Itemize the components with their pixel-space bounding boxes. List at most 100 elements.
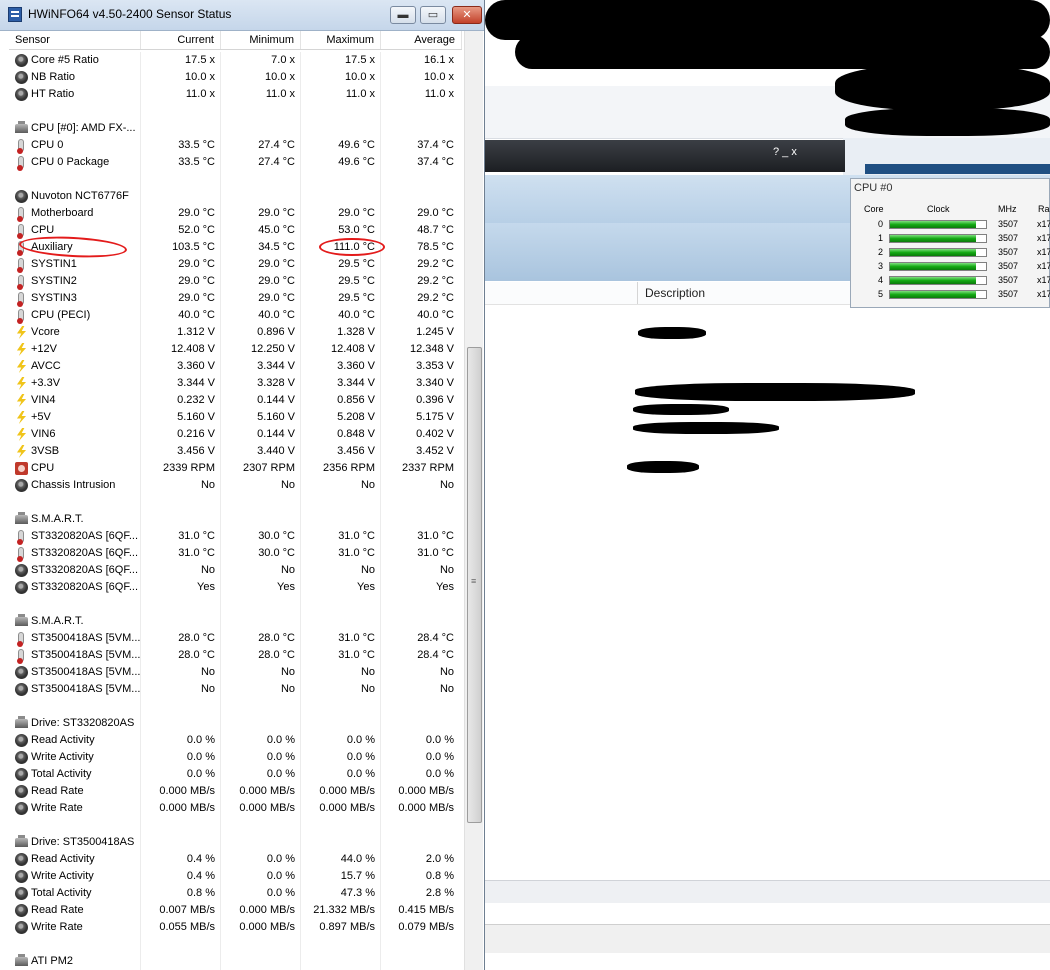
sensor-row[interactable]: 3VSB 3.456 V 3.440 V 3.456 V 3.452 V (9, 443, 462, 460)
sensor-group-header[interactable]: S.M.A.R.T. (9, 613, 462, 630)
redaction-scribble (515, 35, 1050, 69)
cpu-clock-bar (889, 234, 987, 243)
window-title-bar[interactable]: HWiNFO64 v4.50-2400 Sensor Status ▬ ▭ ✕ (0, 0, 484, 31)
sensor-name: Read Rate (31, 904, 84, 916)
sensor-row[interactable]: CPU (PECI) 40.0 °C 40.0 °C 40.0 °C 40.0 °C (9, 307, 462, 324)
minimum-value: 0.0 % (266, 887, 295, 899)
sensor-row[interactable]: +12V 12.408 V 12.250 V 12.408 V 12.348 V (9, 341, 462, 358)
sensor-name: Motherboard (31, 207, 94, 219)
average-value: 40.0 °C (417, 309, 454, 321)
sensor-row[interactable]: SYSTIN1 29.0 °C 29.0 °C 29.5 °C 29.2 °C (9, 256, 462, 273)
sensor-row[interactable]: ST3320820AS [6QF... 31.0 °C 30.0 °C 31.0 °C… (9, 545, 462, 562)
thermometer-icon (17, 275, 24, 290)
sensor-row[interactable]: Read Rate 0.007 MB/s 0.000 MB/s 21.332 MB/s… (9, 902, 462, 919)
sensor-row[interactable]: CPU 0 Package 33.5 °C 27.4 °C 49.6 °C 37.4 °… (9, 154, 462, 171)
average-value: 5.175 V (416, 411, 454, 423)
sensor-name: ATI PM2 (31, 955, 73, 967)
column-header-minimum[interactable]: Minimum (221, 31, 301, 49)
cpu-ratio-value: x17 (1037, 275, 1050, 285)
lightning-icon (16, 326, 27, 339)
cpu-core-index: 0 (877, 219, 883, 229)
sensor-row[interactable]: ST3500418AS [5VM... 28.0 °C 28.0 °C 31.0 °C… (9, 647, 462, 664)
column-header-sensor[interactable]: Sensor (9, 31, 141, 49)
maximize-button[interactable]: ▭ (420, 6, 446, 24)
minimum-value: 0.0 % (266, 734, 295, 746)
sensor-chip-icon (15, 768, 28, 781)
sensor-row[interactable]: Core #5 Ratio 17.5 x 7.0 x 17.5 x 16.1 x (9, 52, 462, 69)
sensor-row[interactable]: VIN6 0.216 V 0.144 V 0.848 V 0.402 V (9, 426, 462, 443)
cpu-clock-bar-fill (890, 249, 977, 256)
average-value: 29.2 °C (417, 292, 454, 304)
sensor-row[interactable]: Chassis Intrusion No No No No (9, 477, 462, 494)
sensor-row[interactable]: Write Rate 0.000 MB/s 0.000 MB/s 0.000 MB/s… (9, 800, 462, 817)
cpu-status-widget: CPU #0 Core Clock MHz Ra 0 3507 x17 1 3507 x1… (850, 178, 1050, 308)
sensor-group-header[interactable]: Drive: ST3500418AS (9, 834, 462, 851)
sensor-row[interactable]: Total Activity 0.0 % 0.0 % 0.0 % 0.0 % (9, 766, 462, 783)
sensor-row[interactable]: Read Rate 0.000 MB/s 0.000 MB/s 0.000 MB/s 0… (9, 783, 462, 800)
sensor-status-window: HWiNFO64 v4.50-2400 Sensor Status ▬ ▭ ✕ … (0, 0, 485, 970)
cpu-mhz-value: 3507 (998, 289, 1019, 299)
cpu-mhz-value: 3507 (998, 261, 1019, 271)
sensor-name: S.M.A.R.T. (31, 615, 84, 627)
maximum-value: No (360, 666, 375, 678)
minimum-value: No (280, 683, 295, 695)
sensor-row[interactable]: Write Rate 0.055 MB/s 0.000 MB/s 0.897 MB/s… (9, 919, 462, 936)
cpu-core-index: 5 (877, 289, 883, 299)
sensor-row[interactable]: ST3500418AS [5VM... 28.0 °C 28.0 °C 31.0 °C… (9, 630, 462, 647)
sensor-row[interactable]: SYSTIN3 29.0 °C 29.0 °C 29.5 °C 29.2 °C (9, 290, 462, 307)
sensor-row[interactable]: +3.3V 3.344 V 3.328 V 3.344 V 3.340 V (9, 375, 462, 392)
redaction-scribble (485, 0, 1050, 40)
sensor-row[interactable]: SYSTIN2 29.0 °C 29.0 °C 29.5 °C 29.2 °C (9, 273, 462, 290)
column-header-average[interactable]: Average (381, 31, 462, 49)
column-header-current[interactable]: Current (141, 31, 221, 49)
column-header-maximum[interactable]: Maximum (301, 31, 381, 49)
sensor-row[interactable]: +5V 5.160 V 5.160 V 5.208 V 5.175 V (9, 409, 462, 426)
scrollbar-thumb[interactable]: ≡ (467, 347, 482, 823)
sensor-row[interactable]: HT Ratio 11.0 x 11.0 x 11.0 x 11.0 x (9, 86, 462, 103)
cpu-clock-bar-fill (890, 235, 977, 242)
sensor-list: Core #5 Ratio 17.5 x 7.0 x 17.5 x 16.1 x NB R… (9, 52, 462, 970)
sensor-row[interactable]: Write Activity 0.4 % 0.0 % 15.7 % 0.8 % (9, 868, 462, 885)
sensor-name: CPU (PECI) (31, 309, 91, 321)
sensor-row[interactable]: Write Activity 0.0 % 0.0 % 0.0 % 0.0 % (9, 749, 462, 766)
sensor-row[interactable]: ST3500418AS [5VM... No No No No (9, 681, 462, 698)
sensor-row[interactable]: ST3320820AS [6QF... 31.0 °C 30.0 °C 31.0 °C… (9, 528, 462, 545)
redaction-scribble (638, 327, 706, 339)
sensor-row[interactable]: AVCC 3.360 V 3.344 V 3.360 V 3.353 V (9, 358, 462, 375)
sensor-row[interactable]: ST3500418AS [5VM... No No No No (9, 664, 462, 681)
close-button[interactable]: ✕ (452, 6, 482, 24)
sensor-row[interactable]: CPU 0 33.5 °C 27.4 °C 49.6 °C 37.4 °C (9, 137, 462, 154)
maximum-value: 3.344 V (337, 377, 375, 389)
sensor-row[interactable]: Vcore 1.312 V 0.896 V 1.328 V 1.245 V (9, 324, 462, 341)
sensor-name: ST3500418AS [5VM... (31, 683, 141, 695)
sensor-row[interactable]: ST3320820AS [6QF... No No No No (9, 562, 462, 579)
minimize-button[interactable]: ▬ (390, 6, 416, 24)
minimum-value: No (280, 666, 295, 678)
sensor-row[interactable]: NB Ratio 10.0 x 10.0 x 10.0 x 10.0 x (9, 69, 462, 86)
sensor-row[interactable]: Read Activity 0.0 % 0.0 % 0.0 % 0.0 % (9, 732, 462, 749)
maximum-value: 5.208 V (337, 411, 375, 423)
sensor-group-header[interactable]: S.M.A.R.T. (9, 511, 462, 528)
red-annotation-circle-max (319, 238, 385, 256)
hardware-icon (15, 121, 28, 133)
sensor-name: Read Rate (31, 785, 84, 797)
vertical-scrollbar[interactable]: ≡ (464, 31, 483, 970)
dark-titlebar-buttons[interactable]: ? _ x (773, 146, 833, 166)
sensor-group-header[interactable]: Nuvoton NCT6776F (9, 188, 462, 205)
column-header-description[interactable]: Description (645, 286, 705, 300)
maximum-value: 44.0 % (340, 853, 375, 865)
sensor-row[interactable]: Total Activity 0.8 % 0.0 % 47.3 % 2.8 % (9, 885, 462, 902)
sensor-group-header[interactable]: ATI PM2 (9, 953, 462, 970)
sensor-row[interactable]: Motherboard 29.0 °C 29.0 °C 29.0 °C 29.0 °C (9, 205, 462, 222)
sensor-row[interactable]: ST3320820AS [6QF... Yes Yes Yes Yes (9, 579, 462, 596)
sensor-group-header[interactable]: Drive: ST3320820AS (9, 715, 462, 732)
sensor-row[interactable]: Read Activity 0.4 % 0.0 % 44.0 % 2.0 % (9, 851, 462, 868)
sensor-row[interactable]: VIN4 0.232 V 0.144 V 0.856 V 0.396 V (9, 392, 462, 409)
cpu-header-clock: Clock (927, 204, 950, 214)
column-divider (637, 282, 638, 304)
current-value: 0.007 MB/s (159, 904, 215, 916)
sensor-row[interactable]: CPU 2339 RPM 2307 RPM 2356 RPM 2337 RPM (9, 460, 462, 477)
sensor-group-header[interactable]: CPU [#0]: AMD FX-... (9, 120, 462, 137)
cpu-header-core: Core (864, 204, 884, 214)
sensor-name: Nuvoton NCT6776F (31, 190, 129, 202)
